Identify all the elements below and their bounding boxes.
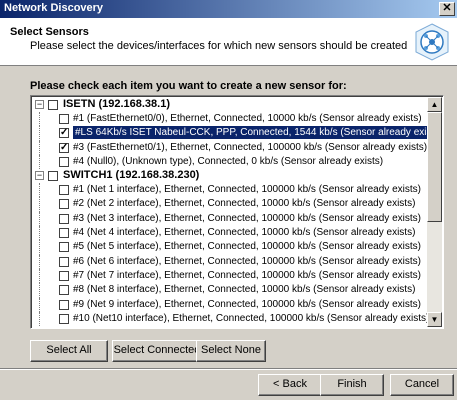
collapse-icon[interactable]: − — [35, 100, 44, 109]
interface-checkbox[interactable] — [59, 299, 69, 310]
wizard-header: Select Sensors Please select the devices… — [0, 18, 457, 66]
tree-connector-line — [39, 140, 40, 155]
interface-item[interactable]: #4 (Null0), (Unknown type), Connected, 0… — [33, 154, 427, 170]
footer-divider — [0, 368, 457, 370]
interface-checkbox[interactable] — [59, 213, 69, 224]
device-tree[interactable]: − ISETN (192.168.38.1) #1 (FastEthernet0/0… — [30, 95, 444, 329]
interface-item[interactable]: #5 (Net 5 interface), Ethernet, Connecte… — [33, 240, 427, 255]
interface-item[interactable]: ✓ #LS 64Kb/s ISET Nabeul-CCK, PPP, Connec… — [33, 126, 427, 141]
interface-label: #4 (Null0), (Unknown type), Connected, 0… — [73, 155, 384, 167]
interface-label: #3 (Net 3 interface), Ethernet, Connecte… — [73, 212, 421, 224]
tree-connector-line — [39, 268, 40, 284]
interface-checkbox[interactable] — [59, 185, 69, 196]
interface-label: #7 (Net 7 interface), Ethernet, Connecte… — [73, 269, 421, 281]
interface-checkbox[interactable] — [59, 228, 69, 239]
group-checkbox[interactable] — [48, 171, 58, 182]
tree-connector-line — [39, 297, 40, 312]
finish-button[interactable]: Finish — [320, 374, 384, 396]
tree-connector-line — [39, 226, 40, 241]
tree-prompt: Please check each item you want to creat… — [30, 80, 347, 92]
interface-label: #5 (Net 5 interface), Ethernet, Connecte… — [73, 241, 421, 253]
interface-item[interactable]: #3 (Net 3 interface), Ethernet, Connecte… — [33, 211, 427, 227]
group-checkbox[interactable] — [48, 100, 58, 110]
interface-checkbox[interactable] — [59, 114, 69, 124]
interface-checkbox[interactable] — [59, 285, 69, 296]
title-bar: Network Discovery ✕ — [0, 0, 457, 18]
select-connected-button[interactable]: Select Connected — [112, 340, 202, 362]
interface-item[interactable]: #9 (Net 9 interface), Ethernet, Connecte… — [33, 297, 427, 312]
interface-item[interactable]: #4 (Net 4 interface), Ethernet, Connecte… — [33, 226, 427, 241]
tree-content: − ISETN (192.168.38.1) #1 (FastEthernet0/0… — [33, 98, 427, 326]
interface-label: #8 (Net 8 interface), Ethernet, Connecte… — [73, 284, 416, 296]
select-all-button[interactable]: Select All — [30, 340, 108, 362]
collapse-icon[interactable]: − — [35, 171, 44, 181]
interface-label: #3 (FastEthernet0/1), Ethernet, Connecte… — [73, 141, 427, 153]
tree-connector-line — [39, 183, 40, 198]
close-icon[interactable]: ✕ — [439, 2, 455, 16]
page-subtitle: Please select the devices/interfaces for… — [30, 40, 408, 52]
group-label: ISETN (192.168.38.1) — [63, 98, 171, 110]
interface-checkbox[interactable] — [59, 199, 69, 210]
tree-group-node[interactable]: − ISETN (192.168.38.1) — [33, 98, 427, 112]
interface-label: #2 (Net 2 interface), Ethernet, Connecte… — [73, 198, 416, 210]
interface-label: #10 (Net10 interface), Ethernet, Connect… — [73, 312, 427, 324]
interface-label: #9 (Net 9 interface), Ethernet, Connecte… — [73, 298, 421, 310]
interface-item[interactable]: #7 (Net 7 interface), Ethernet, Connecte… — [33, 268, 427, 284]
tree-connector-line — [39, 126, 40, 141]
interface-label: #1 (Net 1 interface), Ethernet, Connecte… — [73, 184, 421, 196]
tree-connector-line — [39, 283, 40, 298]
interface-item[interactable]: ✓ #3 (FastEthernet0/1), Ethernet, Connect… — [33, 140, 427, 155]
cancel-button[interactable]: Cancel — [390, 374, 454, 396]
back-button[interactable]: < Back — [258, 374, 322, 396]
interface-item[interactable]: #1 (FastEthernet0/0), Ethernet, Connecte… — [33, 112, 427, 127]
interface-label: #4 (Net 4 interface), Ethernet, Connecte… — [73, 227, 416, 239]
interface-checkbox[interactable] — [59, 256, 69, 267]
interface-item[interactable]: #10 (Net10 interface), Ethernet, Connect… — [33, 311, 427, 326]
tree-connector-line — [39, 197, 40, 212]
tree-connector-line — [39, 254, 40, 269]
interface-checkbox[interactable] — [59, 156, 69, 167]
tree-connector-line — [39, 211, 40, 227]
interface-label: #1 (FastEthernet0/0), Ethernet, Connecte… — [73, 113, 422, 124]
tree-connector-line — [39, 311, 40, 326]
interface-checkbox[interactable] — [59, 313, 69, 324]
interface-checkbox[interactable]: ✓ — [59, 128, 69, 139]
scroll-up-button[interactable]: ▲ — [427, 97, 442, 112]
page-title: Select Sensors — [10, 26, 89, 38]
select-none-button[interactable]: Select None — [196, 340, 266, 362]
scroll-down-button[interactable]: ▼ — [427, 312, 442, 327]
group-label: SWITCH1 (192.168.38.230) — [63, 169, 200, 182]
interface-item[interactable]: #1 (Net 1 interface), Ethernet, Connecte… — [33, 183, 427, 198]
tree-connector-line — [39, 240, 40, 255]
window-title: Network Discovery — [4, 2, 104, 14]
tree-group-node[interactable]: − SWITCH1 (192.168.38.230) — [33, 169, 427, 183]
interface-item[interactable]: #8 (Net 8 interface), Ethernet, Connecte… — [33, 283, 427, 298]
tree-connector-line — [39, 154, 40, 170]
interface-checkbox[interactable]: ✓ — [59, 142, 69, 153]
interface-checkbox[interactable] — [59, 270, 69, 281]
interface-item[interactable]: #6 (Net 6 interface), Ethernet, Connecte… — [33, 254, 427, 269]
vertical-scrollbar[interactable]: ▲ ▼ — [427, 97, 442, 327]
interface-label: #LS 64Kb/s ISET Nabeul-CCK, PPP, Connect… — [73, 126, 427, 140]
tree-connector-line — [39, 112, 40, 127]
scroll-thumb[interactable] — [427, 112, 442, 222]
interface-label: #6 (Net 6 interface), Ethernet, Connecte… — [73, 255, 421, 267]
interface-checkbox[interactable] — [59, 242, 69, 253]
interface-item[interactable]: #2 (Net 2 interface), Ethernet, Connecte… — [33, 197, 427, 212]
network-discovery-icon — [415, 23, 449, 61]
